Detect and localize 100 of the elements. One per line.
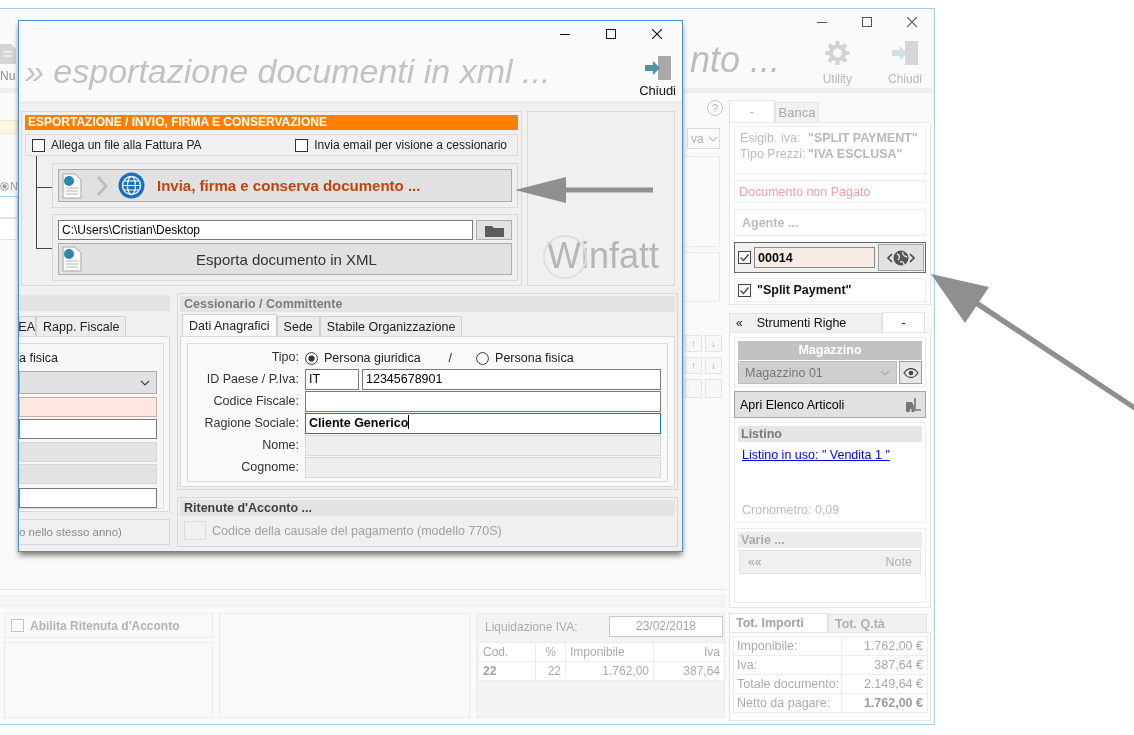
tab[interactable]: Banca [775,102,819,122]
move-down-button[interactable]: ↓ [705,357,722,374]
timer-text: Cronometro: 0,09 [741,503,840,519]
chevron-down-icon [880,369,890,376]
info-label: Esigib. iva: [740,131,802,145]
checkbox-label: Abilita Ritenuta d'Acconto [30,618,180,633]
exit-door-icon [643,55,672,81]
checkbox-label: Invia email per visione a cessionario [314,138,507,152]
close-button[interactable]: Chiudi [639,47,676,98]
input-field[interactable] [0,196,18,218]
close-icon[interactable] [907,17,917,27]
document-icon [62,246,82,272]
dialog-title: » esportazione documenti in xml ... [25,51,551,91]
page-icon [0,42,16,64]
info-value: "IVA ESCLUSA" [808,147,904,161]
table-cell: Imponibile: [733,636,842,656]
open-list-button[interactable]: Apri Elenco Articoli [734,391,926,418]
tab[interactable]: - [882,312,925,332]
send-button[interactable]: Invia, firma e conserva documento ... [58,169,512,202]
note-text: o nello stesso anno) [19,519,170,545]
input-field[interactable] [19,397,157,417]
table-cell: Netto da pagare: [733,693,842,713]
column-header: Imponibile [565,642,654,662]
input-field[interactable] [305,391,661,412]
checkbox-label: Allega un file alla Fattura PA [51,138,202,152]
panel-header: Listino [738,426,922,442]
field-label: Liquidazione IVA: [484,619,578,634]
close-icon[interactable] [652,29,662,39]
country-field[interactable]: IT [305,369,359,390]
dropdown[interactable]: va [687,128,720,149]
info-label: Tipo Prezzi: [740,147,807,161]
checkbox[interactable] [738,251,751,264]
radio-button[interactable] [476,351,490,365]
folder-icon [484,223,504,237]
chevron-down-icon [707,135,718,142]
field-label: Nome: [261,437,299,454]
checkbox[interactable] [295,138,309,152]
panel-header: Ritenute d'Acconto ... [180,500,675,516]
column-header: Cod. [478,642,536,662]
field-label: Tipo: [270,349,299,366]
window-title: nto ... [690,40,781,80]
tab[interactable]: EA [19,316,36,336]
panel-header: Magazzino [738,341,922,360]
tab[interactable]: Stabile Organizzazione [319,316,463,336]
browse-button[interactable] [476,220,512,240]
path-field[interactable]: C:\Users\Cristian\Desktop [58,220,473,240]
date-field[interactable]: 23/02/2018 [609,616,723,637]
radio-label: Persona giuridica [324,351,421,365]
tab[interactable]: Tot. Importi [729,613,828,632]
chevron-down-icon [140,379,150,386]
tab[interactable]: Dati Anagrafici [182,314,277,336]
separator-text: / [448,351,453,365]
maximize-icon[interactable] [606,29,616,39]
exit-door-icon [891,40,919,66]
field-label: Codice Fiscale: [212,393,299,410]
input-field[interactable] [19,419,157,439]
move-up-button[interactable]: ↑ [685,335,702,352]
tab[interactable]: - [729,100,775,122]
column-header: Iva [653,642,725,662]
info-value: "SPLIT PAYMENT" [808,131,919,145]
radio-button[interactable] [0,181,9,191]
table-cell: Totale documento: [733,674,842,694]
tab[interactable]: Rapp. Fiscale [36,316,127,336]
new-button[interactable]: Nu [0,35,18,83]
document-icon [62,172,82,199]
gear-icon [823,40,851,66]
table-cell: 22 [535,661,566,681]
eye-icon [902,367,919,378]
view-button[interactable] [899,361,922,384]
vat-number-field[interactable]: 12345678901 [362,369,661,390]
dropdown[interactable]: Magazzino 01 [738,361,897,384]
input-field[interactable] [19,488,157,508]
globe-button[interactable] [877,244,924,271]
price-list-link[interactable]: Listino in uso: " Vendita 1 " [742,448,890,462]
field-label: ID Paese / P.Iva: [205,371,299,388]
field-label: Cognome: [240,459,299,476]
chevron-right-icon [95,174,110,197]
maximize-icon[interactable] [862,17,872,27]
column-header: % [535,642,566,662]
panel-header: ESPORTAZIONE / INVIO, FIRMA E CONSERVAZIONE [25,115,518,130]
export-button[interactable]: Esporta documento in XML [58,243,512,275]
radio-button[interactable] [305,351,318,365]
table-cell: 1.762,00 € [841,636,928,656]
field-label: Codice della causale del pagamento (modello 770S) [212,523,502,538]
status-text: Documento non Pagato [734,180,926,203]
checkbox[interactable] [32,138,45,152]
radio-label: Persona fisica [495,351,574,365]
number-field[interactable]: 00014 [754,247,875,268]
radio-label: N [10,180,18,192]
move-down-button[interactable]: ↓ [705,335,722,352]
tab[interactable]: Sede [276,316,320,336]
table-cell: 22 [478,661,536,681]
utility-button[interactable]: Utility [822,35,852,86]
checkbox-label: "Split Payment" [757,283,852,297]
input-field[interactable]: Cliente Generico [305,413,661,434]
checkbox[interactable] [738,283,751,297]
tab[interactable]: « Strumenti Righe [729,313,882,332]
radio-label: a fisica [19,350,58,366]
notes-button[interactable]: «« Note [739,550,921,574]
move-up-button[interactable]: ↑ [685,357,702,374]
